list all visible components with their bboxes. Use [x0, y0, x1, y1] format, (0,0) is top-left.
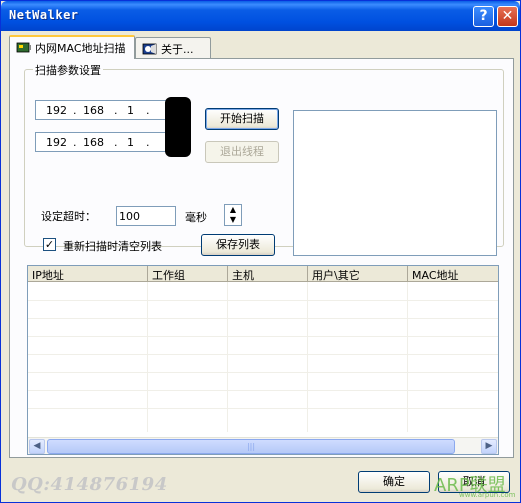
start-scan-button[interactable]: 开始扫描: [205, 108, 279, 130]
ip-dot: .: [146, 104, 150, 117]
help-button[interactable]: ?: [473, 6, 494, 27]
ip-dot: .: [73, 104, 77, 117]
ip-dot: .: [114, 136, 118, 149]
spin-down-icon[interactable]: ▼: [225, 215, 241, 225]
scan-settings-group: 扫描参数设置 192 . 168 . 1 . 192 . 168 . 1 . 开…: [24, 62, 504, 256]
ip-octet[interactable]: 192: [46, 104, 67, 117]
column-divider: [147, 282, 148, 432]
clear-list-checkbox[interactable]: ✓: [43, 238, 56, 251]
ip-octet[interactable]: 192: [46, 136, 67, 149]
timeout-input[interactable]: 100: [116, 206, 176, 226]
ip-octet[interactable]: 168: [83, 104, 104, 117]
window-title: NetWalker: [9, 8, 79, 22]
column-divider: [227, 282, 228, 432]
save-list-button[interactable]: 保存列表: [201, 234, 275, 256]
row-divider: [28, 300, 498, 301]
app-window: NetWalker ? ✕ 内网MAC地址扫描 关于... 扫描参数设置 192…: [0, 0, 521, 503]
exit-thread-button[interactable]: 退出线程: [205, 141, 279, 163]
row-divider: [28, 372, 498, 373]
ok-button[interactable]: 确定: [358, 471, 430, 493]
row-divider: [28, 390, 498, 391]
column-header-user[interactable]: 用户\其它: [308, 266, 408, 282]
ip-octet[interactable]: 1: [127, 104, 134, 117]
tab-label: 关于...: [161, 43, 194, 56]
tab-mac-scan[interactable]: 内网MAC地址扫描: [9, 35, 135, 59]
column-divider: [407, 282, 408, 432]
start-ip-field[interactable]: 192 . 168 . 1 .: [35, 100, 181, 120]
timeout-label: 设定超时：: [41, 210, 96, 223]
timeout-unit: 毫秒: [185, 211, 207, 224]
table-header: IP地址 工作组 主机 用户\其它 MAC地址: [28, 266, 498, 282]
column-header-host[interactable]: 主机: [228, 266, 308, 282]
tab-label: 内网MAC地址扫描: [35, 42, 126, 55]
column-header-mac[interactable]: MAC地址: [408, 266, 498, 282]
ip-dot: .: [73, 136, 77, 149]
scan-log-listbox[interactable]: [293, 110, 497, 256]
checkmark-icon: ✓: [44, 238, 55, 251]
column-header-ip[interactable]: IP地址: [28, 266, 148, 282]
redaction-mark: [165, 97, 191, 157]
network-card-icon: [16, 42, 32, 54]
clear-list-label: 重新扫描时清空列表: [63, 240, 162, 253]
row-divider: [28, 354, 498, 355]
qq-watermark: QQ:414876194: [11, 474, 168, 495]
ip-dot: .: [146, 136, 150, 149]
ip-octet[interactable]: 1: [127, 136, 134, 149]
tab-panel: 扫描参数设置 192 . 168 . 1 . 192 . 168 . 1 . 开…: [9, 58, 514, 458]
ip-octet[interactable]: 168: [83, 136, 104, 149]
row-divider: [28, 318, 498, 319]
scroll-left-icon[interactable]: ◀: [29, 439, 45, 454]
scroll-thumb[interactable]: |||: [47, 439, 455, 454]
horizontal-scrollbar[interactable]: ◀ ||| ▶: [28, 437, 498, 454]
logo-url: www.arpun.com: [459, 491, 516, 499]
row-divider: [28, 336, 498, 337]
scroll-right-icon[interactable]: ▶: [481, 439, 497, 454]
column-header-workgroup[interactable]: 工作组: [148, 266, 228, 282]
about-icon: [142, 43, 158, 55]
ip-dot: .: [114, 104, 118, 117]
row-divider: [28, 408, 498, 409]
column-divider: [307, 282, 308, 432]
spin-up-icon[interactable]: ▲: [225, 205, 241, 215]
title-bar[interactable]: NetWalker ? ✕: [1, 1, 520, 31]
timeout-spinner[interactable]: ▲ ▼: [224, 204, 242, 226]
group-label: 扫描参数设置: [33, 62, 103, 78]
tab-about[interactable]: 关于...: [135, 37, 211, 59]
results-table[interactable]: IP地址 工作组 主机 用户\其它 MAC地址 ◀ ||| ▶: [27, 265, 499, 455]
end-ip-field[interactable]: 192 . 168 . 1 .: [35, 132, 181, 152]
close-button[interactable]: ✕: [497, 6, 518, 27]
